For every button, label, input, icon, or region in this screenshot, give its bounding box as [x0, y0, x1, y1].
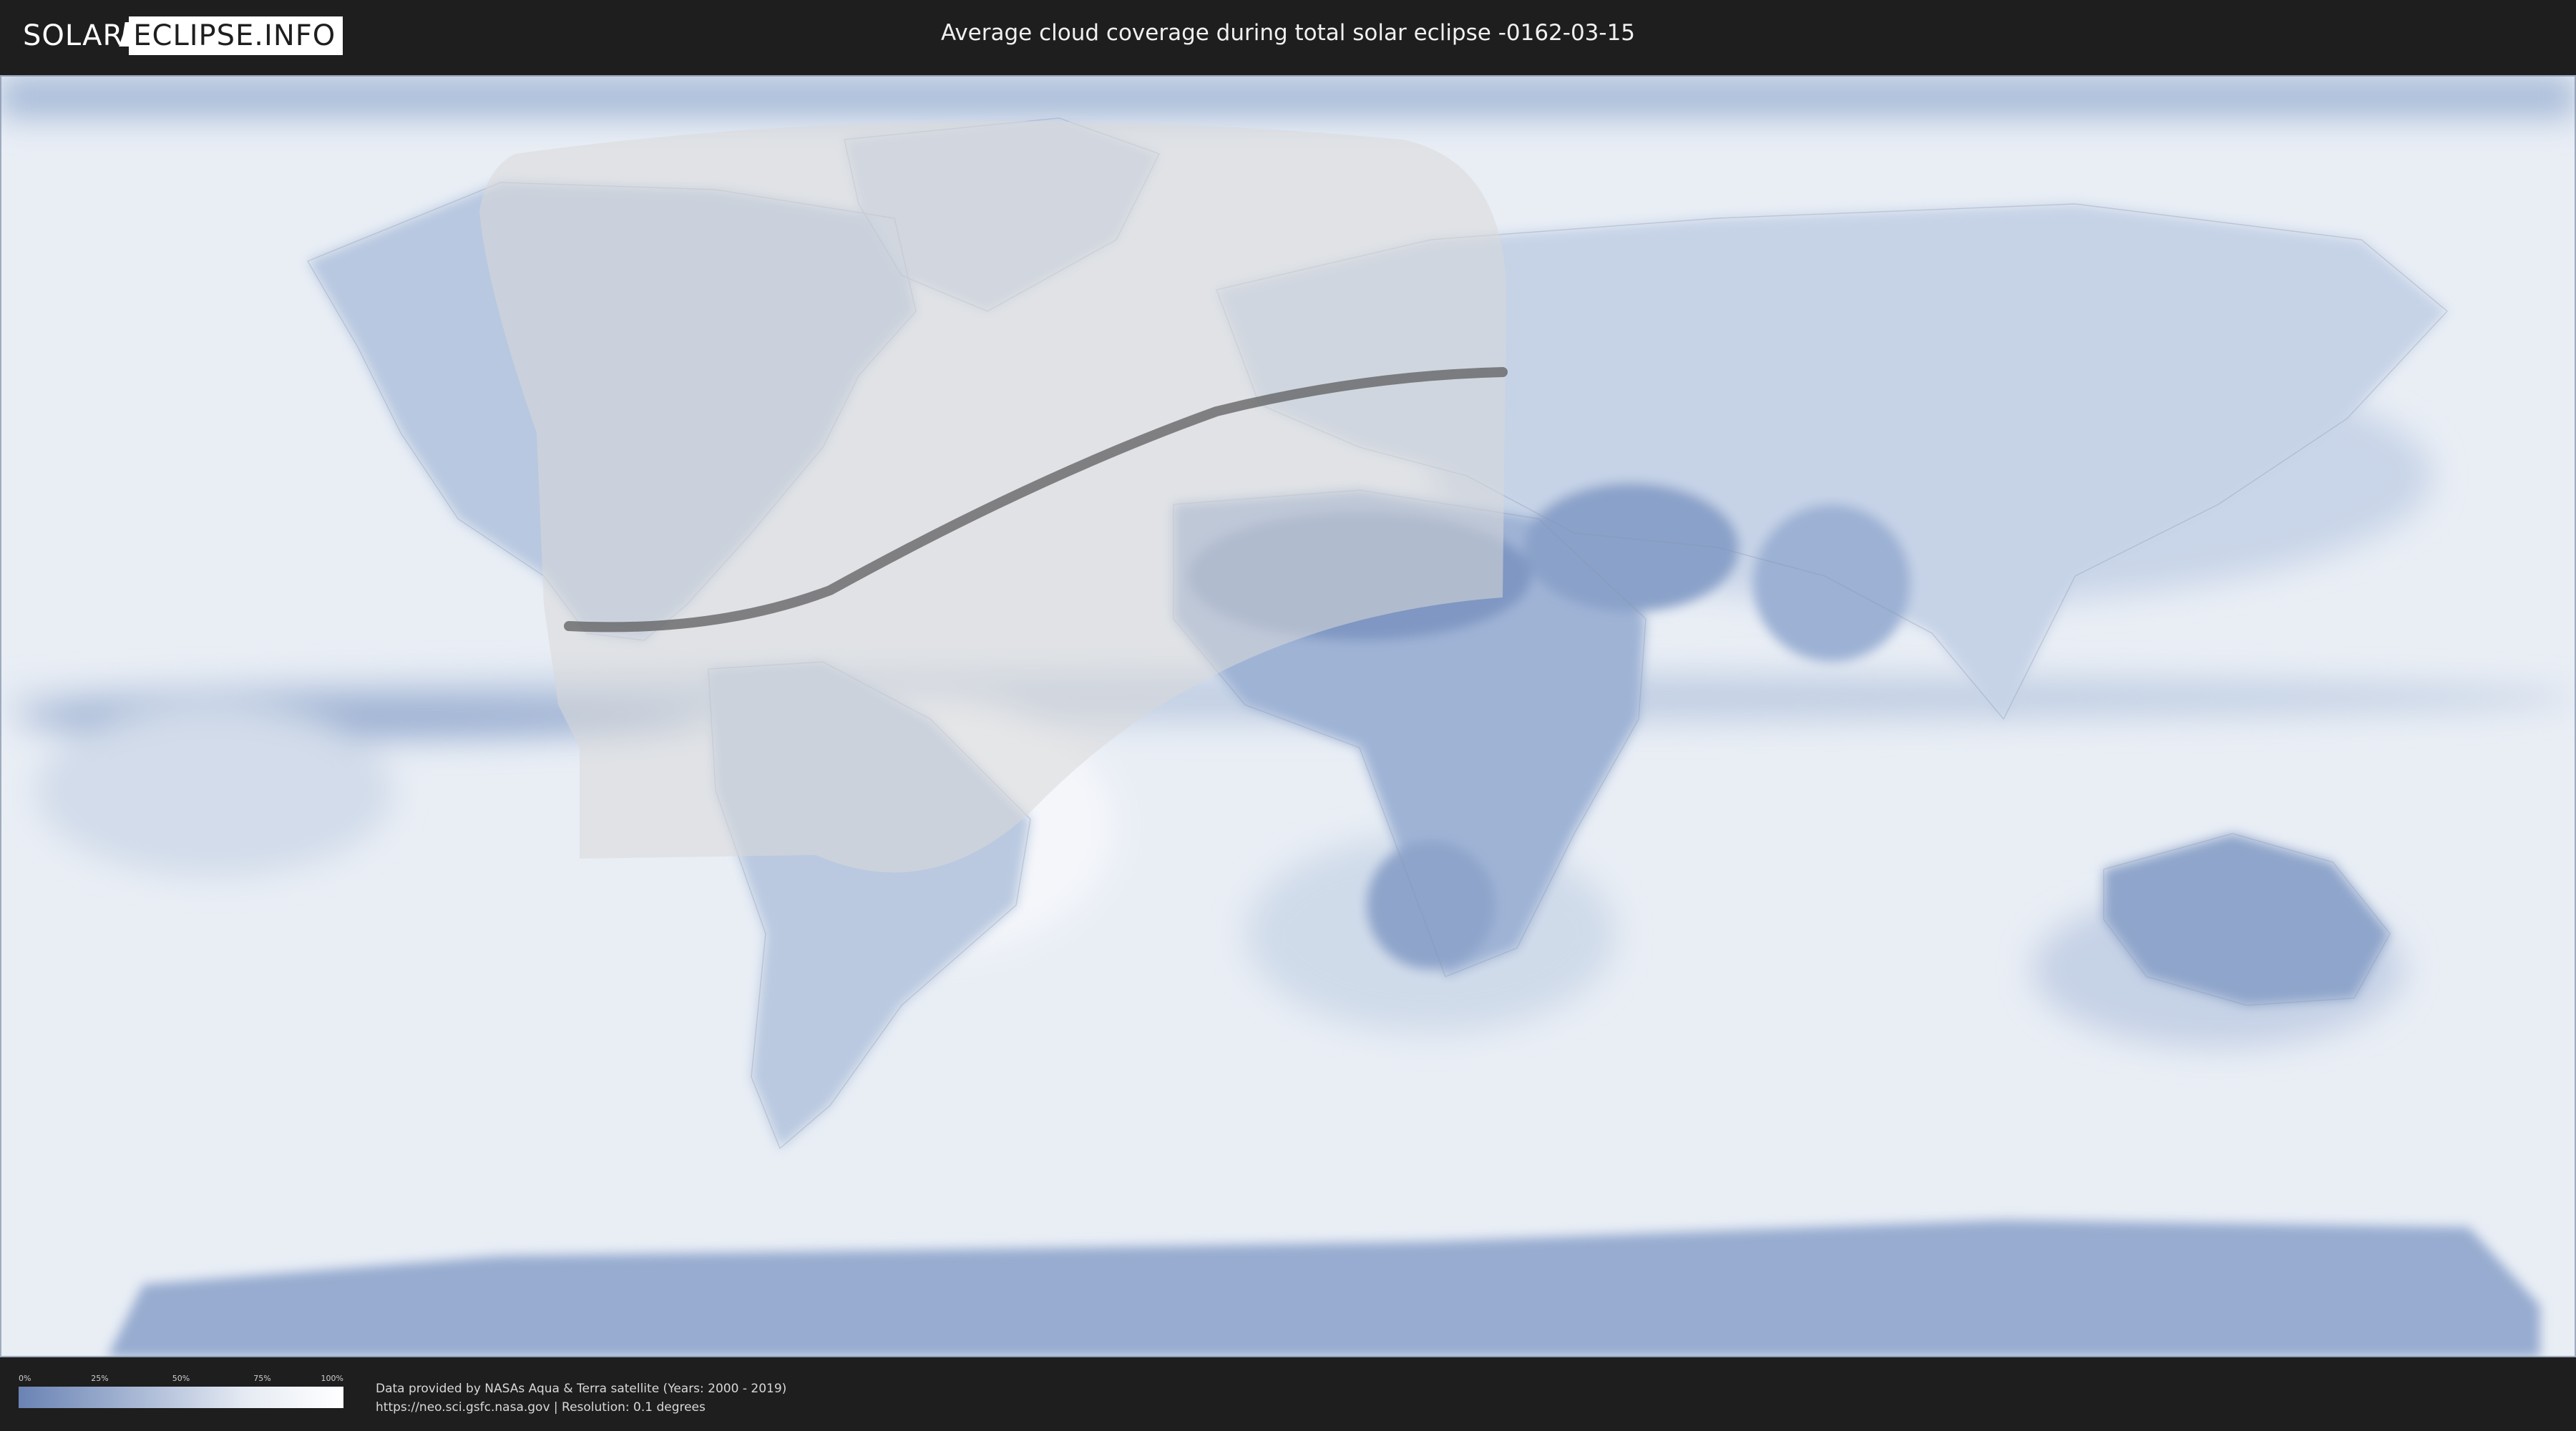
legend-tick-0: 0% — [19, 1374, 31, 1383]
legend-tick-75: 75% — [253, 1374, 271, 1383]
cloud-coverage-legend: 0% 25% 50% 75% 100% — [19, 1374, 343, 1408]
legend-tick-50: 50% — [172, 1374, 190, 1383]
world-cloud-map — [0, 75, 2576, 1357]
clear-sky-arabia — [1524, 483, 1739, 612]
data-credits: Data provided by NASAs Aqua & Terra sate… — [376, 1379, 786, 1417]
page-title: Average cloud coverage during total sola… — [940, 20, 1636, 46]
credits-line-1: Data provided by NASAs Aqua & Terra sate… — [376, 1382, 787, 1396]
footer-bar: 0% 25% 50% 75% 100% Data provided by NAS… — [0, 1359, 2576, 1431]
legend-ticks: 0% 25% 50% 75% 100% — [19, 1374, 343, 1387]
header-bar: SOLAR ECLIPSE.INFO Average cloud coverag… — [0, 0, 2576, 72]
map-canvas — [0, 75, 2576, 1357]
legend-color-bar — [19, 1387, 343, 1408]
clear-sky-india — [1753, 504, 1911, 662]
clear-sky-south-africa — [1367, 841, 1496, 970]
credits-line-2[interactable]: https://neo.sci.gsfc.nasa.gov | Resoluti… — [376, 1398, 786, 1417]
legend-tick-25: 25% — [91, 1374, 109, 1383]
legend-tick-100: 100% — [321, 1374, 343, 1383]
